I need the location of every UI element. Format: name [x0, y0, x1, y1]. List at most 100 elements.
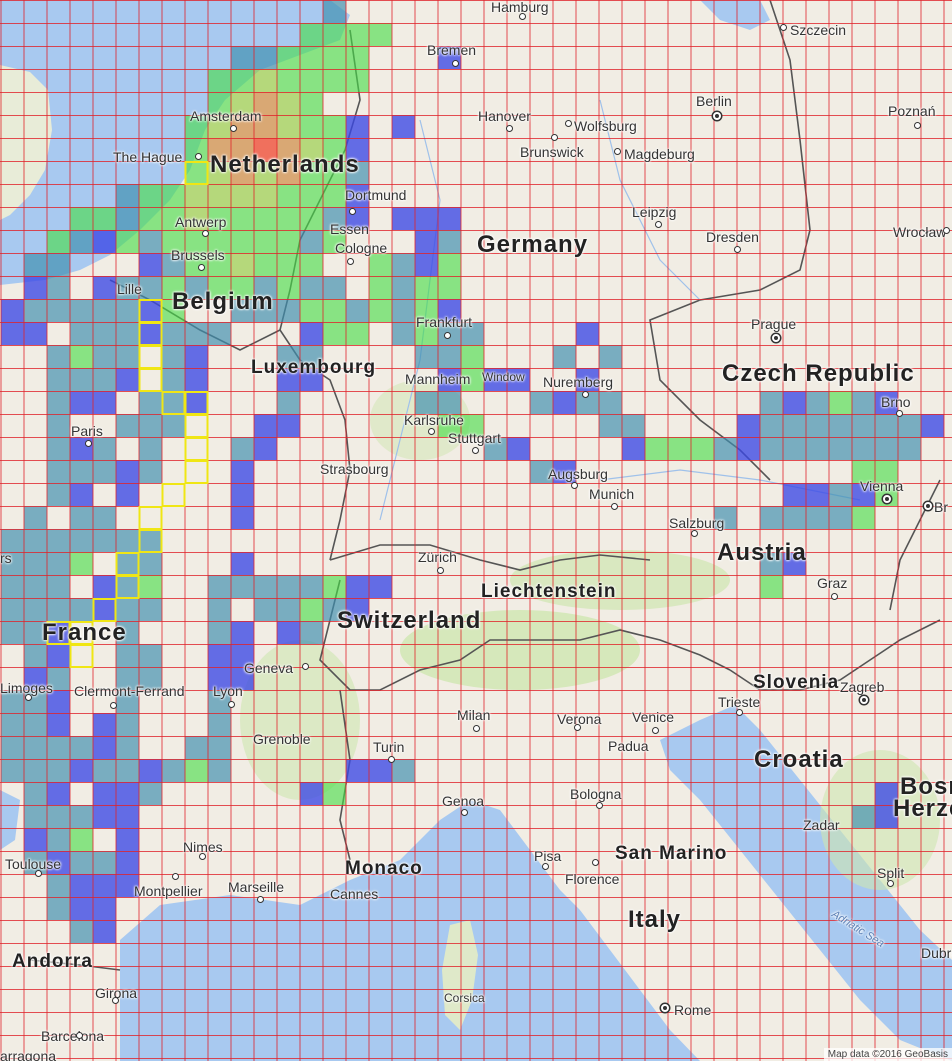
city-label[interactable]: Brussels — [171, 248, 225, 262]
city-label[interactable]: Hamburg — [491, 0, 549, 14]
city-label[interactable]: Zagreb — [840, 680, 884, 694]
country-label[interactable]: Germany — [477, 233, 588, 257]
region-label[interactable]: Slovenia — [753, 673, 839, 692]
capital-marker-icon — [883, 495, 891, 503]
region-label[interactable]: Monaco — [345, 859, 423, 878]
city-label[interactable]: Zadar — [803, 818, 840, 832]
city-label[interactable]: Nuremberg — [543, 375, 613, 389]
place-label[interactable]: Window — [482, 371, 525, 383]
city-label[interactable]: Padua — [608, 739, 648, 753]
city-label[interactable]: Wrocław — [893, 225, 946, 239]
city-label[interactable]: Bremen — [427, 43, 476, 57]
city-label[interactable]: Szczecin — [790, 23, 846, 37]
city-label[interactable]: Turin — [373, 740, 404, 754]
country-label[interactable]: Netherlands — [210, 153, 360, 177]
city-marker-icon — [444, 332, 451, 339]
city-label[interactable]: Lille — [117, 282, 142, 296]
region-label[interactable]: San Marino — [615, 844, 727, 863]
city-label[interactable]: Vienna — [860, 479, 903, 493]
city-label[interactable]: Strasbourg — [320, 462, 388, 476]
sea-label[interactable]: Adriatic Sea — [830, 908, 887, 950]
country-label[interactable]: Herze — [893, 797, 952, 821]
city-marker-icon — [831, 593, 838, 600]
city-label[interactable]: Cannes — [330, 887, 378, 901]
city-label[interactable]: Split — [877, 866, 904, 880]
city-marker-icon — [230, 125, 237, 132]
city-label[interactable]: Pisa — [534, 849, 561, 863]
city-marker-icon — [542, 863, 549, 870]
city-label[interactable]: Stuttgart — [448, 431, 501, 445]
city-label[interactable]: The Hague — [113, 150, 182, 164]
city-marker-icon — [571, 482, 578, 489]
city-label[interactable]: Bologna — [570, 787, 621, 801]
city-label[interactable]: Magdeburg — [624, 147, 695, 161]
city-label[interactable]: Limoges — [0, 681, 53, 695]
city-label[interactable]: Cologne — [335, 241, 387, 255]
city-marker-icon — [437, 567, 444, 574]
city-label[interactable]: Dortmund — [345, 188, 406, 202]
city-marker-icon — [896, 410, 903, 417]
country-label[interactable]: France — [42, 621, 127, 645]
region-label[interactable]: Andorra — [12, 952, 93, 971]
city-label[interactable]: Dresden — [706, 230, 759, 244]
city-label[interactable]: Brunswick — [520, 145, 584, 159]
city-label[interactable]: Prague — [751, 317, 796, 331]
city-label[interactable]: Munich — [589, 487, 634, 501]
country-label[interactable]: Italy — [628, 908, 681, 932]
city-label[interactable]: Berlin — [696, 94, 732, 108]
city-label[interactable]: Leipzig — [632, 205, 676, 219]
city-label[interactable]: arragona — [0, 1049, 56, 1061]
city-label[interactable]: Antwerp — [175, 215, 226, 229]
city-label[interactable]: Marseille — [228, 880, 284, 894]
city-label[interactable]: Milan — [457, 708, 490, 722]
city-label[interactable]: Rome — [674, 1003, 711, 1017]
city-label[interactable]: Geneva — [244, 661, 293, 675]
city-label[interactable]: Trieste — [718, 695, 760, 709]
country-label[interactable]: Austria — [717, 541, 807, 565]
city-label[interactable]: Barcelona — [41, 1029, 104, 1043]
city-marker-icon — [506, 125, 513, 132]
city-label[interactable]: Genoa — [442, 794, 484, 808]
city-label[interactable]: Wolfsburg — [574, 119, 637, 133]
city-label[interactable]: Poznań — [888, 104, 935, 118]
city-label[interactable]: Amsterdam — [190, 109, 262, 123]
city-label[interactable]: Dubro — [921, 946, 952, 960]
city-marker-icon — [25, 694, 32, 701]
city-label[interactable]: Karlsruhe — [404, 413, 464, 427]
city-marker-icon — [198, 264, 205, 271]
city-label[interactable]: Essen — [330, 222, 369, 236]
country-label[interactable]: Switzerland — [337, 609, 481, 633]
country-label[interactable]: Czech Republic — [722, 362, 915, 386]
map-view[interactable]: Netherlands Germany Belgium Czech Republic A… — [0, 0, 952, 1061]
city-label[interactable]: Br — [934, 500, 948, 514]
city-label[interactable]: Paris — [71, 424, 103, 438]
city-label[interactable]: rs — [0, 551, 12, 565]
city-label[interactable]: Grenoble — [253, 732, 311, 746]
city-label[interactable]: Florence — [565, 872, 619, 886]
city-marker-icon — [943, 227, 950, 234]
place-label[interactable]: Corsica — [444, 992, 485, 1004]
city-label[interactable]: Nimes — [183, 840, 223, 854]
city-label[interactable]: Augsburg — [548, 467, 608, 481]
city-label[interactable]: Zürich — [418, 550, 457, 564]
city-marker-icon — [611, 503, 618, 510]
city-label[interactable]: Mannheim — [405, 372, 470, 386]
city-label[interactable]: Lyon — [213, 684, 243, 698]
city-label[interactable]: Graz — [817, 576, 847, 590]
city-marker-icon — [112, 997, 119, 1004]
region-label[interactable]: Luxembourg — [251, 358, 376, 377]
country-label[interactable]: Belgium — [172, 290, 274, 314]
city-label[interactable]: Clermont-Ferrand — [74, 684, 184, 698]
city-marker-icon — [35, 870, 42, 877]
country-label[interactable]: Croatia — [754, 748, 844, 772]
city-label[interactable]: Salzburg — [669, 516, 724, 530]
city-label[interactable]: Toulouse — [5, 857, 61, 871]
region-label[interactable]: Liechtenstein — [481, 582, 616, 601]
city-label[interactable]: Frankfurt — [416, 315, 472, 329]
city-marker-icon — [110, 702, 117, 709]
city-label[interactable]: Venice — [632, 710, 674, 724]
city-marker-icon — [428, 428, 435, 435]
city-label[interactable]: Montpellier — [134, 884, 202, 898]
city-label[interactable]: Brno — [881, 395, 911, 409]
city-label[interactable]: Hanover — [478, 109, 531, 123]
